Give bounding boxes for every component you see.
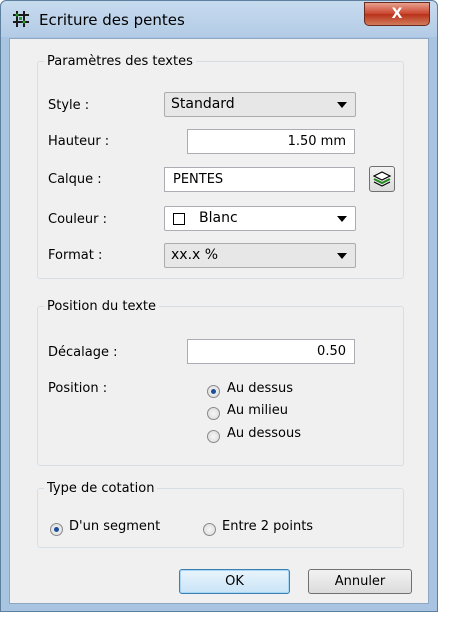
window-title: Ecriture des pentes [39, 11, 185, 29]
dialog-window: Ecriture des pentes X Paramètres des tex… [0, 0, 438, 612]
style-label: Style : [48, 98, 90, 113]
radio-label[interactable]: Au milieu [227, 403, 288, 418]
calque-label: Calque : [48, 172, 102, 187]
hauteur-label: Hauteur : [48, 134, 110, 149]
format-label: Format : [48, 248, 103, 263]
style-value: Standard [171, 96, 235, 112]
radio-label[interactable]: Au dessus [227, 381, 293, 396]
format-value: xx.x % [171, 247, 219, 263]
calque-input[interactable]: PENTES [164, 167, 355, 192]
radio-button[interactable] [50, 523, 63, 536]
chevron-down-icon [337, 253, 347, 259]
radio-label[interactable]: D'un segment [69, 519, 160, 534]
chevron-down-icon [337, 102, 347, 108]
cotation-type-group: Type de cotation [37, 481, 404, 548]
calque-value: PENTES [173, 172, 224, 187]
radio-label[interactable]: Au dessous [227, 426, 301, 441]
radio-button[interactable] [207, 407, 220, 420]
close-icon: X [391, 6, 403, 22]
text-parameters-legend: Paramètres des textes [47, 54, 193, 69]
color-swatch [173, 213, 185, 225]
radio-button[interactable] [207, 385, 220, 398]
hauteur-input[interactable]: 1.50 mm [187, 129, 355, 154]
ok-button[interactable]: OK [179, 569, 290, 594]
chevron-down-icon [337, 216, 347, 222]
decalage-input[interactable]: 0.50 [187, 339, 355, 364]
couleur-label: Couleur : [48, 212, 107, 227]
decalage-value: 0.50 [317, 344, 346, 359]
layer-picker-button[interactable] [369, 166, 395, 192]
close-button[interactable]: X [364, 2, 430, 26]
title-bar[interactable]: Ecriture des pentes X [1, 1, 437, 37]
text-position-legend: Position du texte [47, 299, 157, 314]
grid-app-icon [13, 11, 29, 27]
radio-label[interactable]: Entre 2 points [222, 519, 313, 534]
cancel-button[interactable]: Annuler [308, 569, 412, 594]
layers-icon [372, 171, 392, 187]
dialog-client-area: Paramètres des textes Style : Standard H… [9, 38, 429, 604]
cotation-type-legend: Type de cotation [47, 481, 155, 496]
decalage-label: Décalage : [48, 345, 118, 360]
radio-button[interactable] [207, 430, 220, 443]
hauteur-value: 1.50 mm [287, 134, 346, 149]
couleur-select[interactable]: Blanc [164, 206, 356, 231]
couleur-value: Blanc [199, 210, 238, 226]
position-label: Position : [48, 381, 108, 396]
format-select[interactable]: xx.x % [164, 243, 356, 268]
style-select[interactable]: Standard [164, 92, 356, 117]
radio-button[interactable] [203, 523, 216, 536]
